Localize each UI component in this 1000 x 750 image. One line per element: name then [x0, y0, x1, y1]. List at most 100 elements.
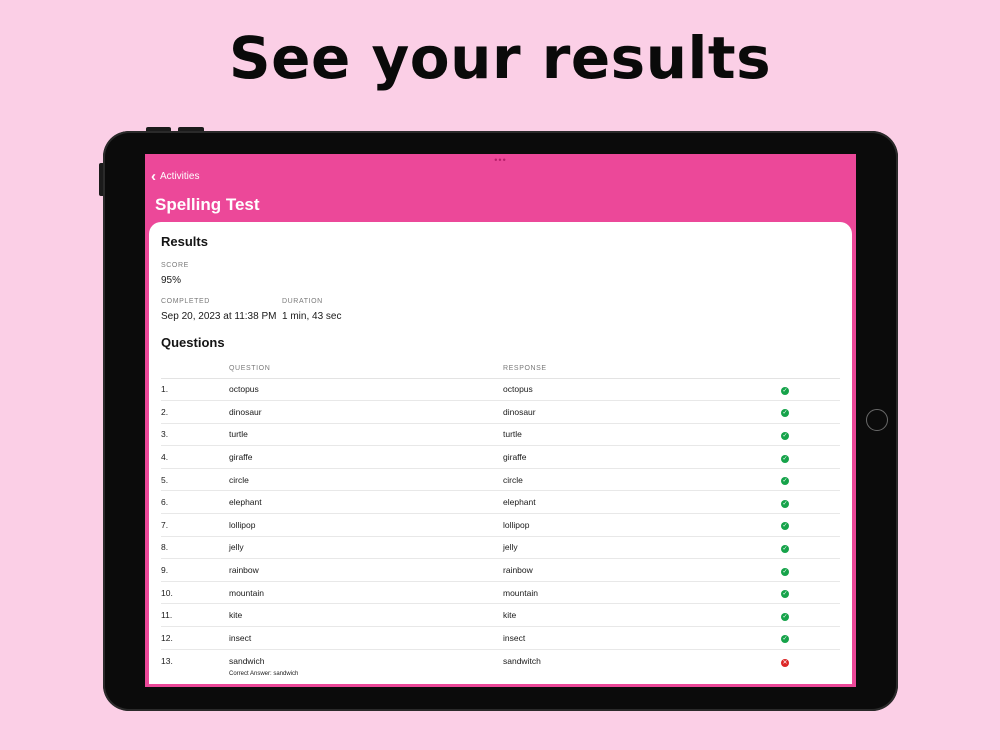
results-heading: Results — [161, 234, 208, 249]
table-row: 6. elephant elephant ✓ — [161, 490, 840, 515]
multitasking-dots-icon[interactable]: ••• — [145, 156, 856, 165]
question-number: 11. — [161, 603, 229, 628]
table-row: 8. jelly jelly ✓ — [161, 536, 840, 560]
table-row: 11. kite kite ✓ — [161, 603, 840, 628]
check-circle-icon: ✓ — [781, 544, 789, 553]
question-cell: jelly — [229, 536, 503, 560]
table-row: 5. circle circle ✓ — [161, 468, 840, 492]
status-cell: ✓ — [781, 378, 840, 402]
promo-headline: See your results — [228, 24, 772, 92]
question-cell: giraffe — [229, 445, 503, 469]
results-card: Results SCORE 95% COMPLETED Sep 20, 2023… — [149, 222, 852, 684]
check-circle-icon: ✓ — [781, 522, 789, 531]
table-row: 1. octopus octopus ✓ — [161, 378, 840, 402]
status-cell: ✓ — [781, 490, 840, 515]
table-row: 2. dinosaur dinosaur ✓ — [161, 400, 840, 424]
check-circle-icon: ✓ — [781, 477, 789, 486]
response-cell: giraffe — [503, 445, 781, 469]
page-title: Spelling Test — [155, 195, 260, 214]
completed-value: Sep 20, 2023 at 11:38 PM — [161, 311, 277, 322]
response-cell: mountain — [503, 581, 781, 605]
score-label: SCORE — [161, 262, 189, 269]
question-cell: rainbow — [229, 558, 503, 582]
question-cell: kite — [229, 603, 503, 628]
column-header-question: QUESTION — [229, 360, 503, 379]
question-cell: octopus — [229, 378, 503, 402]
correct-answer-note: Correct Answer: sandwich — [229, 670, 299, 677]
question-text: circle — [229, 474, 249, 485]
question-cell: circle — [229, 468, 503, 492]
question-cell: turtle — [229, 423, 503, 447]
table-header-row: QUESTION RESPONSE — [161, 360, 840, 379]
question-text: dinosaur — [229, 406, 262, 417]
question-text: giraffe — [229, 452, 253, 463]
table-row: 10. mountain mountain ✓ — [161, 581, 840, 605]
column-header-number — [161, 360, 229, 379]
question-number: 2. — [161, 400, 229, 424]
column-header-response: RESPONSE — [503, 360, 781, 379]
response-cell: insect — [503, 626, 781, 650]
question-number: 8. — [161, 536, 229, 560]
check-circle-icon: ✓ — [781, 567, 789, 576]
question-text: elephant — [229, 497, 262, 508]
question-text: insect — [229, 632, 252, 643]
column-header-status — [781, 360, 840, 379]
response-cell: jelly — [503, 536, 781, 560]
duration-value: 1 min, 43 sec — [282, 311, 342, 322]
back-button-label: Activities — [160, 171, 200, 182]
question-number: 4. — [161, 445, 229, 469]
response-cell: octopus — [503, 378, 781, 402]
question-text: octopus — [229, 384, 259, 395]
status-cell: ✓ — [781, 626, 840, 650]
home-button[interactable] — [866, 409, 888, 431]
question-cell: sandwich Correct Answer: sandwich — [229, 649, 503, 683]
question-text: mountain — [229, 587, 264, 598]
questions-heading: Questions — [161, 335, 225, 350]
check-circle-icon: ✓ — [781, 409, 789, 418]
question-text: kite — [229, 610, 243, 621]
question-number: 9. — [161, 558, 229, 582]
score-value: 95% — [161, 275, 182, 286]
question-number: 10. — [161, 581, 229, 605]
status-cell: ✓ — [781, 603, 840, 628]
status-cell: ✓ — [781, 445, 840, 469]
status-cell: ✓ — [781, 513, 840, 537]
response-cell: elephant — [503, 490, 781, 515]
question-text: lollipop — [229, 519, 256, 530]
check-circle-icon: ✓ — [781, 431, 789, 440]
table-row: 13. sandwich Correct Answer: sandwich sandw… — [161, 649, 840, 683]
status-cell: ✓ — [781, 423, 840, 447]
question-text: jelly — [229, 542, 244, 553]
response-cell: turtle — [503, 423, 781, 447]
check-circle-icon: ✓ — [781, 499, 789, 508]
status-cell: ✕ — [781, 649, 840, 683]
status-cell: ✓ — [781, 558, 840, 582]
question-text: rainbow — [229, 565, 259, 576]
response-cell: sandwitch — [503, 655, 541, 666]
table-row: 4. giraffe giraffe ✓ — [161, 445, 840, 469]
check-circle-icon: ✓ — [781, 386, 789, 395]
question-number: 3. — [161, 423, 229, 447]
status-cell: ✓ — [781, 581, 840, 605]
app-screen: ••• ‹ Activities Spelling Test Results S… — [145, 154, 856, 687]
x-circle-icon: ✕ — [781, 658, 789, 667]
response-cell: rainbow — [503, 558, 781, 582]
status-cell: ✓ — [781, 468, 840, 492]
question-cell: dinosaur — [229, 400, 503, 424]
table-row: 9. rainbow rainbow ✓ — [161, 558, 840, 582]
question-number: 12. — [161, 626, 229, 650]
status-cell: ✓ — [781, 400, 840, 424]
status-cell: ✓ — [781, 536, 840, 560]
question-cell: mountain — [229, 581, 503, 605]
check-circle-icon: ✓ — [781, 454, 789, 463]
completed-label: COMPLETED — [161, 298, 210, 305]
check-circle-icon: ✓ — [781, 590, 789, 599]
check-circle-icon: ✓ — [781, 635, 789, 644]
chevron-left-icon: ‹ — [151, 167, 156, 185]
question-number: 1. — [161, 378, 229, 402]
response-cell: circle — [503, 468, 781, 492]
response-cell: dinosaur — [503, 400, 781, 424]
back-button[interactable]: ‹ Activities — [151, 167, 200, 185]
table-row: 7. lollipop lollipop ✓ — [161, 513, 840, 537]
table-row: 3. turtle turtle ✓ — [161, 423, 840, 447]
